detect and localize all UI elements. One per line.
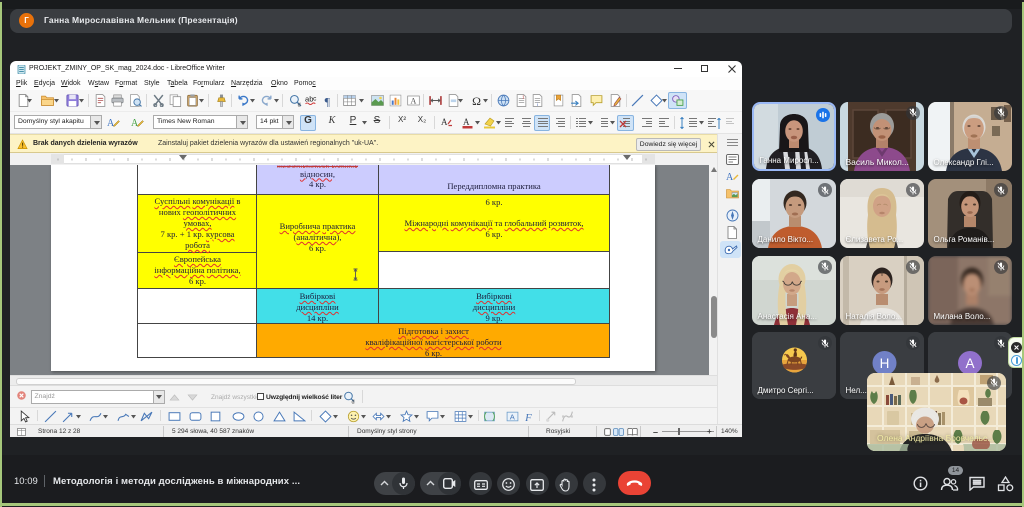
svg-text:d: d — [352, 399, 355, 404]
svg-text:А: А — [965, 356, 974, 371]
svg-text:A: A — [441, 117, 448, 127]
svg-text:Ω: Ω — [472, 94, 481, 107]
svg-text:A: A — [131, 118, 139, 129]
svg-text:c: c — [313, 96, 317, 103]
svg-text:A: A — [463, 117, 470, 127]
svg-text:A: A — [107, 118, 115, 129]
svg-text:¶: ¶ — [325, 94, 331, 107]
svg-text:Н: Н — [879, 356, 889, 371]
svg-text:d: d — [298, 102, 301, 107]
svg-text:i: i — [537, 102, 538, 107]
svg-text:1: 1 — [522, 94, 525, 100]
svg-text:A: A — [411, 97, 417, 106]
svg-text:A: A — [726, 172, 734, 182]
svg-text:F: F — [524, 412, 532, 423]
